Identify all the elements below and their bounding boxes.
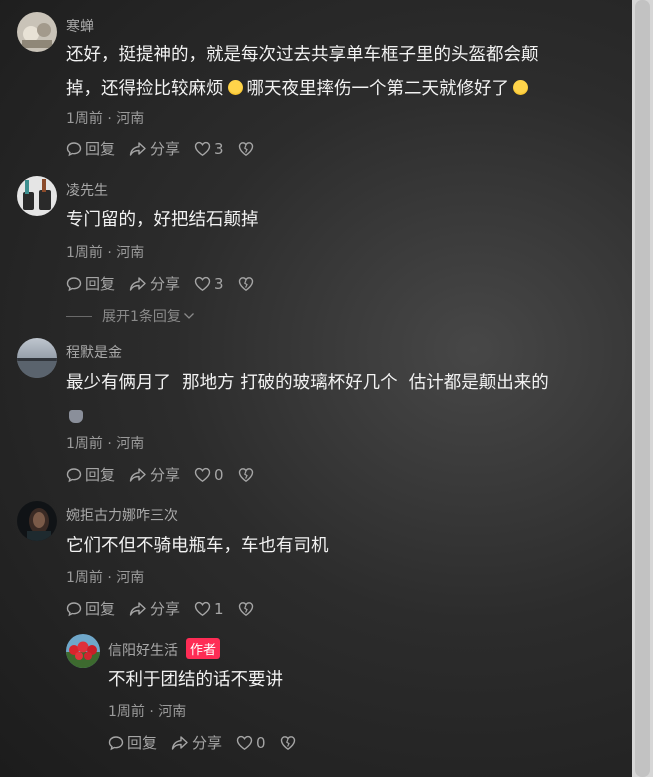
username-label[interactable]: 信阳好生活 [108,643,178,659]
like-button[interactable]: 0 [236,734,266,752]
like-count: 3 [214,139,224,158]
comment-text: 专门留的，好把结石颠掉 [66,210,259,230]
share-button[interactable]: 分享 [129,598,180,619]
username[interactable]: 程默是金 [66,342,122,362]
dislike-icon [238,141,253,156]
heart-icon [194,601,211,616]
dislike-button[interactable] [238,467,257,483]
reply-label: 回复 [85,275,116,293]
share-icon [129,467,146,482]
time-location: 1周前 · 河南 [66,570,145,586]
share-button[interactable]: 分享 [129,273,180,294]
comment-icon [108,735,124,750]
chevron-down-icon [183,313,194,319]
dislike-button[interactable] [280,735,299,751]
comment-text-line: 还好，挺提神的，就是每次过去共享单车框子里的头盔都会颠 [66,45,539,65]
reply-label: 回复 [85,140,116,158]
like-count: 3 [214,274,224,293]
like-count: 1 [214,599,224,618]
time-location: 1周前 · 河南 [66,111,145,127]
like-button[interactable]: 0 [194,466,224,484]
share-icon [129,276,146,291]
comment-icon [66,141,82,156]
dislike-button[interactable] [238,601,257,617]
dislike-icon [280,735,295,750]
comment-text: 它们不但不骑电瓶车，车也有司机 [66,536,329,556]
share-label: 分享 [150,466,181,484]
username[interactable]: 婉拒古力娜咋三次 [66,505,178,525]
like-button[interactable]: 3 [194,275,224,293]
reply-button[interactable]: 回复 [66,464,115,485]
divider [66,315,92,317]
share-button[interactable]: 分享 [129,464,180,485]
comment-icon [66,276,82,291]
dislike-button[interactable] [238,141,257,157]
reply-button[interactable]: 回复 [66,598,115,619]
reply-label: 回复 [127,734,158,752]
cat-emoji-icon [69,410,83,423]
heart-icon [194,467,211,482]
expand-replies-button[interactable]: 展开1条回复 [66,306,195,326]
dislike-icon [238,276,253,291]
time-location: 1周前 · 河南 [66,245,145,261]
comment-text: 不利于团结的话不要讲 [108,670,283,690]
share-icon [129,141,146,156]
share-icon [171,735,188,750]
comment-text: 还好，挺提神的，就是每次过去共享单车框子里的头盔都会颠 掉，还得捡比较麻烦 哪天夜… [66,38,539,106]
share-label: 分享 [150,275,181,293]
comment-actions: 回复 分享 0 [108,732,313,753]
laughing-emoji-icon [227,80,243,95]
dislike-icon [238,601,253,616]
dislike-icon [238,467,253,482]
comment-actions: 回复 分享 3 [66,273,271,294]
comment-text-line [66,400,611,434]
dislike-button[interactable] [238,276,257,292]
comment-text: 最少有俩月了 那地方 打破的玻璃杯好几个 估计都是颠出来的 [66,366,611,434]
share-label: 分享 [192,734,223,752]
heart-icon [194,276,211,291]
comment-text-line: 最少有俩月了 那地方 打破的玻璃杯好几个 估计都是颠出来的 [66,373,549,393]
share-button[interactable]: 分享 [171,732,222,753]
username: 信阳好生活 作者 [108,638,221,660]
time-location: 1周前 · 河南 [66,436,145,452]
reply-button[interactable]: 回复 [66,138,115,159]
scrollbar-thumb[interactable] [635,0,650,777]
reply-label: 回复 [85,466,116,484]
expand-label: 展开1条回复 [102,309,181,325]
avatar[interactable] [17,501,57,541]
avatar[interactable] [17,176,57,216]
comment-panel: 寒蝉 还好，挺提神的，就是每次过去共享单车框子里的头盔都会颠 掉，还得捡比较麻烦… [0,0,632,777]
time-location: 1周前 · 河南 [108,704,187,720]
like-count: 0 [214,465,224,484]
reply-button[interactable]: 回复 [108,732,157,753]
reply-button[interactable]: 回复 [66,273,115,294]
share-button[interactable]: 分享 [129,138,180,159]
share-label: 分享 [150,140,181,158]
comment-actions: 回复 分享 3 [66,138,271,159]
share-icon [129,601,146,616]
heart-icon [236,735,253,750]
comment-icon [66,601,82,616]
comment-actions: 回复 分享 0 [66,464,271,485]
share-label: 分享 [150,600,181,618]
like-button[interactable]: 1 [194,600,224,618]
author-badge: 作者 [186,638,221,659]
heart-icon [194,141,211,156]
comment-text-segment: 掉，还得捡比较麻烦 [66,79,224,99]
comment-icon [66,467,82,482]
reply-label: 回复 [85,600,116,618]
avatar[interactable] [17,338,57,378]
scrollbar[interactable] [632,0,653,777]
comment-text-line: 掉，还得捡比较麻烦 哪天夜里摔伤一个第二天就修好了 [66,72,539,106]
username[interactable]: 寒蝉 [66,16,94,36]
like-count: 0 [256,733,266,752]
avatar[interactable] [17,12,57,52]
username[interactable]: 凌先生 [66,180,108,200]
like-button[interactable]: 3 [194,140,224,158]
comment-text-segment: 哪天夜里摔伤一个第二天就修好了 [246,79,510,99]
avatar[interactable] [66,634,100,668]
comment-actions: 回复 分享 1 [66,598,271,619]
flushed-emoji-icon [513,80,528,95]
